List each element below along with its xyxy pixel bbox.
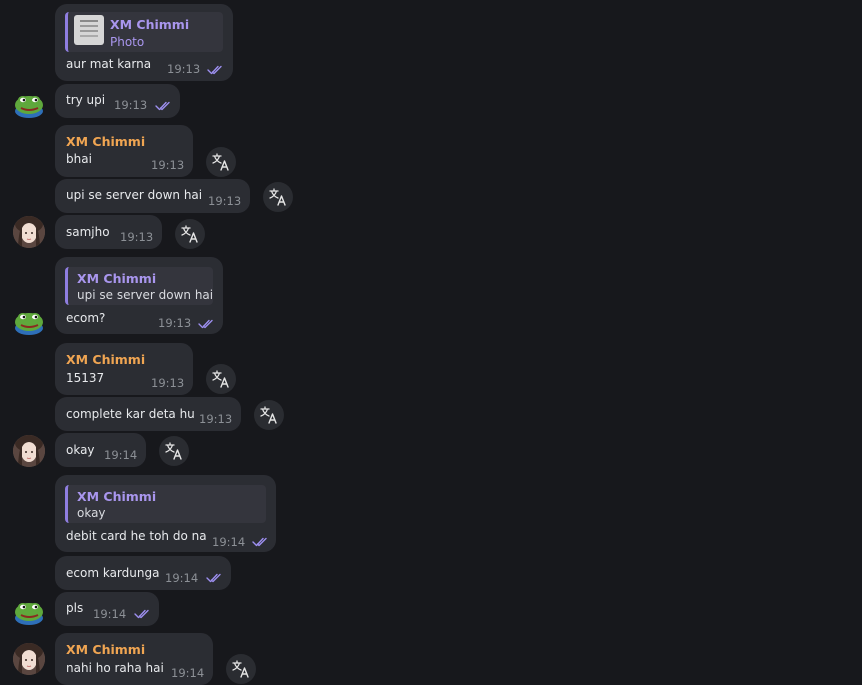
message-bubble[interactable]: okay 19:14 xyxy=(55,433,146,467)
message-time: 19:14 xyxy=(171,666,205,680)
double-check-icon xyxy=(207,65,222,75)
sender-name[interactable]: XM Chimmi xyxy=(66,642,145,657)
translate-icon xyxy=(165,442,182,460)
message-time: 19:13 xyxy=(120,230,154,244)
double-check-icon xyxy=(206,573,221,583)
message-time: 19:13 xyxy=(167,62,201,76)
message-text: ecom kardunga xyxy=(66,566,160,580)
translate-button[interactable] xyxy=(226,654,256,684)
message-bubble[interactable]: XM Chimmi Photo aur mat karna 19:13 xyxy=(55,4,233,81)
message-time: 19:14 xyxy=(165,571,199,585)
message-text: pls xyxy=(66,601,84,615)
translate-button[interactable] xyxy=(263,182,293,212)
reply-preview[interactable]: XM Chimmi upi se server down hai xyxy=(65,267,213,305)
message-bubble[interactable]: samjho 19:13 xyxy=(55,215,162,249)
message-time: 19:13 xyxy=(114,98,148,112)
message-text: samjho xyxy=(66,225,110,239)
photo-thumbnail xyxy=(74,15,104,45)
message-text: try upi xyxy=(66,93,106,107)
reply-media-label: Photo xyxy=(110,35,145,49)
double-check-icon xyxy=(134,609,149,619)
translate-button[interactable] xyxy=(206,147,236,177)
message-text: okay xyxy=(66,443,95,457)
message-time: 19:13 xyxy=(151,376,185,390)
translate-icon xyxy=(212,153,229,171)
message-bubble[interactable]: XM Chimmi bhai 19:13 xyxy=(55,125,193,177)
translate-button[interactable] xyxy=(254,400,284,430)
user-avatar[interactable] xyxy=(13,216,45,248)
message-text: ecom? xyxy=(66,311,106,325)
message-text: 15137 xyxy=(66,371,105,385)
message-time: 19:13 xyxy=(151,158,185,172)
message-time: 19:13 xyxy=(158,316,192,330)
frog-avatar[interactable] xyxy=(13,597,45,629)
sender-name[interactable]: XM Chimmi xyxy=(66,352,145,367)
translate-icon xyxy=(269,188,286,206)
message-time: 19:14 xyxy=(104,448,138,462)
message-time: 19:14 xyxy=(212,535,246,549)
translate-icon xyxy=(232,660,249,678)
translate-button[interactable] xyxy=(175,219,205,249)
translate-icon xyxy=(181,225,198,243)
double-check-icon xyxy=(252,537,267,547)
message-bubble[interactable]: XM Chimmi nahi ho raha hai 19:14 xyxy=(55,633,213,685)
message-text: bhai xyxy=(66,152,92,166)
reply-preview[interactable]: XM Chimmi okay xyxy=(65,485,266,523)
message-bubble[interactable]: complete kar deta hu 19:13 xyxy=(55,397,241,431)
translate-icon xyxy=(212,370,229,388)
double-check-icon xyxy=(198,319,213,329)
sender-name[interactable]: XM Chimmi xyxy=(66,134,145,149)
message-text: debit card he toh do na xyxy=(66,529,207,543)
user-avatar[interactable] xyxy=(13,643,45,675)
reply-text: upi se server down hai xyxy=(77,288,214,302)
message-bubble[interactable]: ecom kardunga 19:14 xyxy=(55,556,231,590)
message-time: 19:14 xyxy=(93,607,127,621)
frog-avatar[interactable] xyxy=(13,90,45,122)
frog-avatar[interactable] xyxy=(13,307,45,339)
message-time: 19:13 xyxy=(208,194,242,208)
reply-sender-name: XM Chimmi xyxy=(110,17,190,32)
message-text: nahi ho raha hai xyxy=(66,661,164,675)
message-bubble[interactable]: pls 19:14 xyxy=(55,592,159,626)
message-time: 19:13 xyxy=(199,412,233,426)
message-bubble[interactable]: XM Chimmi 15137 19:13 xyxy=(55,343,193,395)
message-text: complete kar deta hu xyxy=(66,407,195,421)
message-bubble[interactable]: XM Chimmi okay debit card he toh do na 1… xyxy=(55,475,276,552)
reply-text: okay xyxy=(77,506,106,520)
user-avatar[interactable] xyxy=(13,435,45,467)
reply-sender-name: XM Chimmi xyxy=(77,271,157,286)
translate-button[interactable] xyxy=(206,364,236,394)
message-bubble[interactable]: try upi 19:13 xyxy=(55,84,180,118)
translate-button[interactable] xyxy=(159,436,189,466)
message-text: aur mat karna xyxy=(66,57,152,71)
message-bubble[interactable]: XM Chimmi upi se server down hai ecom? 1… xyxy=(55,257,223,334)
double-check-icon xyxy=(155,101,170,111)
message-text: upi se server down hai xyxy=(66,188,203,202)
message-bubble[interactable]: upi se server down hai 19:13 xyxy=(55,179,250,213)
translate-icon xyxy=(260,406,277,424)
reply-sender-name: XM Chimmi xyxy=(77,489,157,504)
reply-preview[interactable]: XM Chimmi Photo xyxy=(65,12,223,52)
